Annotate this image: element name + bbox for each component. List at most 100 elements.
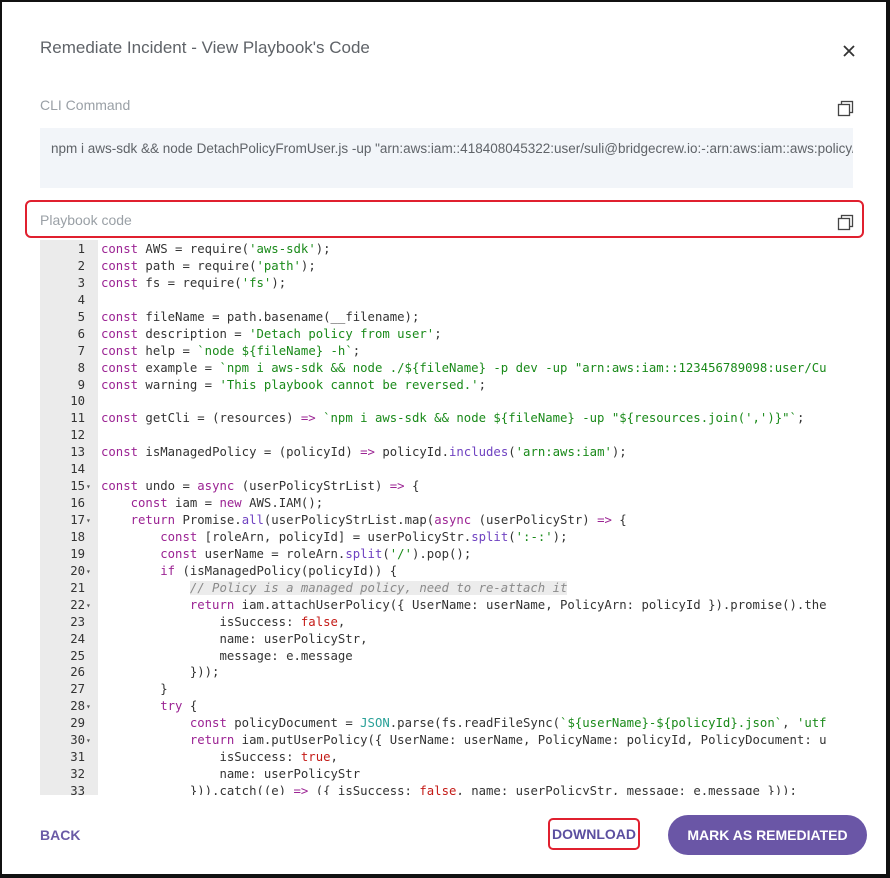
back-button[interactable]: BACK [40,827,80,843]
code-line: 29 const policyDocument = JSON.parse(fs.… [40,715,853,732]
code-text: if (isManagedPolicy(policyId)) { [160,563,398,578]
code-line: 5 const fileName = path.basename(__filena… [40,309,853,326]
line-number: 23 [70,614,85,629]
line-number: 28 [70,699,85,714]
line-number: 32 [70,767,85,782]
line-number: 15 [70,479,85,494]
line-number: 11 [70,411,85,426]
code-line: 17 ▾ return Promise.all(userPolicyStrList… [40,512,853,529]
code-line: 11 const getCli = (resources) => `npm i a… [40,410,853,427]
fold-arrow-icon[interactable]: ▾ [86,732,91,749]
cli-command-text: npm i aws-sdk && node DetachPolicyFromUs… [51,141,853,156]
line-number: 2 [77,258,85,273]
code-text: isSuccess: true, [101,750,338,765]
code-line: 14 [40,461,853,478]
code-line: 13 const isManagedPolicy = (policyId) => … [40,444,853,461]
code-line: 16 const iam = new AWS.IAM(); [40,495,853,512]
fold-arrow-icon[interactable]: ▾ [86,597,91,614]
code-line: 31 isSuccess: true, [40,749,853,766]
code-line: 12 [40,427,853,444]
line-number: 33 [70,784,85,795]
code-line: 4 [40,292,853,309]
code-line: 28 ▾ try { [40,698,853,715]
code-text: const help = `node ${fileName} -h`; [101,343,361,358]
code-line: 19 const userName = roleArn.split('/').p… [40,546,853,563]
code-text: isSuccess: false, [101,614,346,629]
code-line: 25 message: e.message [40,648,853,665]
code-line: 22 ▾ return iam.attachUserPolicy({ UserNa… [40,597,853,614]
playbook-code-header [25,200,864,238]
code-lines: 1 const AWS = require('aws-sdk'); 2 const p… [40,241,853,795]
code-text: })).catch((e) => ({ isSuccess: false, na… [101,784,797,795]
line-number: 6 [77,326,85,341]
code-text: const description = 'Detach policy from … [101,326,442,341]
code-line: 6 const description = 'Detach policy from… [40,326,853,343]
cli-command-box[interactable]: npm i aws-sdk && node DetachPolicyFromUs… [40,128,853,188]
code-text: name: userPolicyStr [101,767,361,782]
fold-arrow-icon[interactable]: ▾ [86,563,91,580]
download-button[interactable]: DOWNLOAD [548,818,640,850]
line-number: 26 [70,665,85,680]
code-text: const iam = new AWS.IAM(); [130,496,324,511]
line-number: 7 [77,343,85,358]
line-number: 22 [70,597,85,612]
code-text: const undo = async (userPolicyStrList) =… [101,479,420,494]
line-number: 13 [70,445,85,460]
code-line: 9 const warning = 'This playbook cannot b… [40,377,853,394]
code-line: 15 ▾ const undo = async (userPolicyStrList… [40,478,853,495]
line-number: 24 [70,631,85,646]
code-line: 20 ▾ if (isManagedPolicy(policyId)) { [40,563,853,580]
code-text: const example = `npm i aws-sdk && node .… [101,360,827,375]
code-text: const path = require('path'); [101,258,316,273]
modal-title: Remediate Incident - View Playbook's Cod… [40,38,370,57]
line-number: 5 [77,309,85,324]
copy-icon[interactable] [837,214,855,232]
code-line: 24 name: userPolicyStr, [40,631,853,648]
line-number: 9 [77,377,85,392]
line-number: 27 [70,682,85,697]
line-number: 8 [77,360,85,375]
code-text: })); [101,665,220,680]
code-text: const warning = 'This playbook cannot be… [101,377,486,392]
code-text: message: e.message [101,648,353,663]
code-text: return iam.putUserPolicy({ UserName: use… [189,733,827,748]
playbook-code-label: Playbook code [40,212,132,228]
code-line: 26 })); [40,664,853,681]
code-text: const AWS = require('aws-sdk'); [101,242,331,256]
code-line: 3 const fs = require('fs'); [40,275,853,292]
code-text: const fs = require('fs'); [101,275,287,290]
copy-icon[interactable] [837,100,855,118]
code-line: 30 ▾ return iam.putUserPolicy({ UserName:… [40,732,853,749]
fold-arrow-icon[interactable]: ▾ [86,512,91,529]
code-line: 7 const help = `node ${fileName} -h`; [40,343,853,360]
line-number: 19 [70,546,85,561]
modal-dialog: Remediate Incident - View Playbook's Cod… [0,0,890,878]
line-number: 16 [70,496,85,511]
fold-arrow-icon[interactable]: ▾ [86,698,91,715]
line-number: 1 [77,242,85,256]
line-number: 30 [70,733,85,748]
code-line: 33 })).catch((e) => ({ isSuccess: false,… [40,783,853,795]
code-text: const fileName = path.basename(__filenam… [101,309,420,324]
line-number: 14 [70,462,85,477]
code-line: 8 const example = `npm i aws-sdk && node … [40,360,853,377]
code-text: name: userPolicyStr, [101,631,368,646]
line-number: 25 [70,648,85,663]
code-line: 21 // Policy is a managed policy, need t… [40,580,853,597]
code-text: const policyDocument = JSON.parse(fs.rea… [189,716,827,731]
fold-arrow-icon[interactable]: ▾ [86,478,91,495]
close-icon[interactable] [838,40,860,62]
code-line: 32 name: userPolicyStr [40,766,853,783]
code-line: 2 const path = require('path'); [40,258,853,275]
line-number: 10 [70,394,85,409]
line-number: 31 [70,750,85,765]
code-line: 10 [40,393,853,410]
code-text: return iam.attachUserPolicy({ UserName: … [189,597,827,612]
mark-as-remediated-button[interactable]: MARK AS REMEDIATED [668,815,867,855]
line-number: 3 [77,275,85,290]
line-number: 17 [70,513,85,527]
code-line: 23 isSuccess: false, [40,614,853,631]
line-number: 18 [70,529,85,544]
code-editor[interactable]: 1 const AWS = require('aws-sdk'); 2 const p… [40,240,853,795]
line-number: 12 [70,428,85,443]
